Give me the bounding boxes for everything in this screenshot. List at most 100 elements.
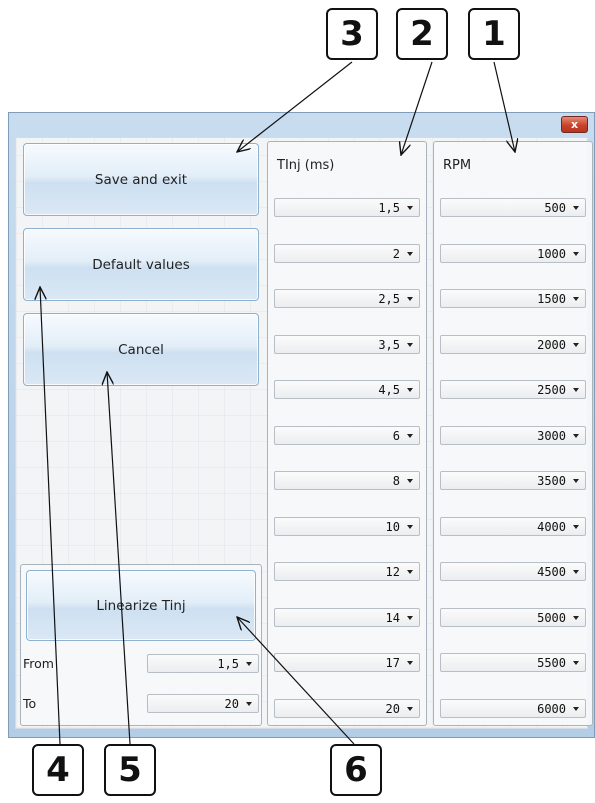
chevron-down-icon <box>407 433 413 438</box>
linearize-tinj-button[interactable]: Linearize Tinj <box>26 570 256 641</box>
tinj-value: 10 <box>385 519 400 534</box>
tinj-value: 2 <box>392 246 400 261</box>
tinj-dropdown[interactable]: 3,5 <box>274 334 420 354</box>
tinj-dropdown[interactable]: 17 <box>274 653 420 672</box>
to-dropdown[interactable]: 20 <box>147 694 259 713</box>
chevron-down-icon <box>407 206 413 210</box>
tinj-value: 20 <box>385 701 400 716</box>
from-value: 1,5 <box>217 657 239 671</box>
rpm-value: 3500 <box>537 474 566 488</box>
settings-window: x Save and exit Default values Cancel Li… <box>8 112 595 738</box>
tinj-value: 3,5 <box>378 337 400 352</box>
client-area: Save and exit Default values Cancel Line… <box>15 137 593 729</box>
tinj-dropdown[interactable]: 12 <box>274 562 420 581</box>
rpm-value: 5000 <box>537 610 566 625</box>
rpm-dropdown[interactable]: 1500 <box>440 289 586 308</box>
callout-6: 6 <box>330 744 382 796</box>
chevron-down-icon <box>407 706 413 711</box>
from-label: From <box>23 656 54 671</box>
to-label: To <box>23 696 37 711</box>
tinj-value: 6 <box>392 428 400 443</box>
cancel-button[interactable]: Cancel <box>23 313 259 386</box>
chevron-down-icon <box>573 661 579 665</box>
tinj-value: 2,5 <box>378 292 400 306</box>
rpm-value: 1000 <box>537 246 566 261</box>
tinj-dropdown[interactable]: 4,5 <box>274 380 420 399</box>
chevron-down-icon <box>573 524 579 529</box>
callout-4: 4 <box>32 744 84 796</box>
rpm-panel: RPM 500 1000 1500 2000 2500 3000 3500 4000 4500 5… <box>433 141 593 726</box>
tinj-dropdown[interactable]: 20 <box>274 698 420 718</box>
close-icon: x <box>570 118 579 131</box>
rpm-dropdown[interactable]: 2500 <box>440 380 586 399</box>
chevron-down-icon <box>407 570 413 574</box>
rpm-dropdown[interactable]: 6000 <box>440 698 586 718</box>
tinj-dropdown[interactable]: 2 <box>274 243 420 263</box>
rpm-dropdown[interactable]: 5500 <box>440 653 586 672</box>
tinj-value: 17 <box>385 656 400 670</box>
tinj-value: 12 <box>385 565 400 579</box>
rpm-header: RPM <box>443 158 472 173</box>
tinj-dropdown[interactable]: 6 <box>274 425 420 445</box>
chevron-down-icon <box>573 615 579 620</box>
rpm-value: 4000 <box>537 519 566 534</box>
chevron-down-icon <box>573 297 579 301</box>
callout-5: 5 <box>104 744 156 796</box>
chevron-down-icon <box>573 433 579 438</box>
chevron-down-icon <box>573 206 579 210</box>
chevron-down-icon <box>573 706 579 711</box>
tinj-value: 8 <box>392 474 400 488</box>
close-button[interactable]: x <box>561 116 588 133</box>
from-dropdown[interactable]: 1,5 <box>147 654 259 673</box>
rpm-dropdown[interactable]: 500 <box>440 198 586 217</box>
tinj-dropdown[interactable]: 10 <box>274 516 420 536</box>
rpm-dropdown[interactable]: 4000 <box>440 516 586 536</box>
rpm-dropdown[interactable]: 3500 <box>440 471 586 490</box>
callout-1: 1 <box>468 8 520 60</box>
tinj-panel: TInj (ms) 1,5 2 2,5 3,5 4,5 6 8 10 12 14 17 20 <box>267 141 427 726</box>
rpm-dropdown[interactable]: 5000 <box>440 607 586 627</box>
tinj-dropdown[interactable]: 1,5 <box>274 198 420 217</box>
rpm-dropdown[interactable]: 4500 <box>440 562 586 581</box>
chevron-down-icon <box>407 661 413 665</box>
title-bar: x <box>9 113 594 137</box>
tinj-value: 4,5 <box>378 383 400 397</box>
rpm-value: 3000 <box>537 428 566 443</box>
tinj-dropdown[interactable]: 14 <box>274 607 420 627</box>
to-value: 20 <box>224 697 239 711</box>
rpm-dropdown[interactable]: 2000 <box>440 334 586 354</box>
rpm-value: 2000 <box>537 337 566 352</box>
rpm-dropdown[interactable]: 1000 <box>440 243 586 263</box>
chevron-down-icon <box>407 615 413 620</box>
rpm-value: 1500 <box>537 292 566 306</box>
rpm-value: 500 <box>544 201 566 215</box>
tinj-value: 1,5 <box>378 201 400 215</box>
chevron-down-icon <box>573 342 579 347</box>
rpm-dropdown[interactable]: 3000 <box>440 425 586 445</box>
tinj-dropdown[interactable]: 2,5 <box>274 289 420 308</box>
chevron-down-icon <box>573 479 579 483</box>
chevron-down-icon <box>573 388 579 392</box>
callout-3: 3 <box>326 8 378 60</box>
rpm-value: 4500 <box>537 565 566 579</box>
chevron-down-icon <box>246 702 252 706</box>
linearize-panel: Linearize Tinj From 1,5 To 20 <box>20 564 262 726</box>
chevron-down-icon <box>407 388 413 392</box>
chevron-down-icon <box>407 251 413 256</box>
tinj-header: TInj (ms) <box>277 158 335 173</box>
rpm-value: 2500 <box>537 383 566 397</box>
tinj-value: 14 <box>385 610 400 625</box>
chevron-down-icon <box>573 251 579 256</box>
rpm-value: 5500 <box>537 656 566 670</box>
tinj-dropdown[interactable]: 8 <box>274 471 420 490</box>
chevron-down-icon <box>573 570 579 574</box>
chevron-down-icon <box>407 524 413 529</box>
default-values-button[interactable]: Default values <box>23 228 259 301</box>
chevron-down-icon <box>407 479 413 483</box>
chevron-down-icon <box>407 342 413 347</box>
rpm-value: 6000 <box>537 701 566 716</box>
save-and-exit-button[interactable]: Save and exit <box>23 143 259 216</box>
chevron-down-icon <box>407 297 413 301</box>
callout-2: 2 <box>396 8 448 60</box>
chevron-down-icon <box>246 662 252 666</box>
